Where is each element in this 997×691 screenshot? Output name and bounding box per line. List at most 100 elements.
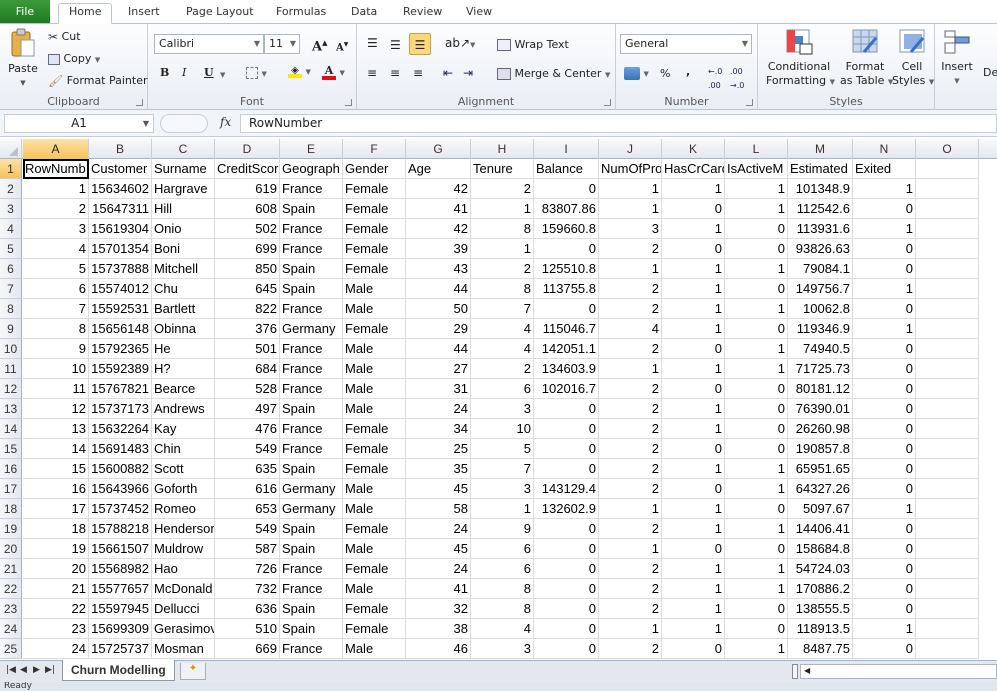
cell[interactable]: 3 [23,219,89,239]
row-header-10[interactable]: 10 [0,339,22,359]
header-cell[interactable]: IsActiveM [725,159,788,179]
cell[interactable]: 0 [534,539,599,559]
cell[interactable]: 15619304 [89,219,152,239]
cell[interactable]: Goforth [152,479,215,499]
cell[interactable]: 10 [23,359,89,379]
header-cell[interactable]: Geograph [280,159,343,179]
cell[interactable]: 8 [471,219,534,239]
cell[interactable]: 0 [725,219,788,239]
paste-button[interactable]: Paste ▼ [6,28,40,90]
cell[interactable]: Romeo [152,499,215,519]
cell[interactable]: 1 [662,519,725,539]
cell[interactable]: 0 [662,339,725,359]
cell[interactable]: 112542.6 [788,199,853,219]
cell[interactable] [916,299,979,319]
row-header-20[interactable]: 20 [0,539,22,559]
formula-input[interactable]: RowNumber [240,114,997,133]
cell[interactable]: 0 [662,239,725,259]
cell[interactable]: Spain [280,199,343,219]
cell[interactable]: 1 [662,559,725,579]
cell[interactable]: 1 [662,579,725,599]
cell[interactable]: 15737452 [89,499,152,519]
cell[interactable]: 22 [23,599,89,619]
column-header-d[interactable]: D [215,139,280,159]
conditional-formatting-button[interactable]: Conditional Formatting ▼ [766,28,835,89]
row-header-23[interactable]: 23 [0,599,22,619]
cell[interactable]: 44 [406,339,471,359]
cell[interactable]: 850 [215,259,280,279]
cell[interactable] [916,359,979,379]
align-right-button[interactable]: ≡ [413,66,423,80]
cell[interactable]: 0 [662,479,725,499]
cell[interactable]: 2 [599,459,662,479]
cell[interactable]: 9 [471,519,534,539]
cell[interactable]: 822 [215,299,280,319]
cell[interactable]: 115046.7 [534,319,599,339]
cell[interactable]: 35 [406,459,471,479]
next-sheet-button[interactable]: ▶ [33,665,40,675]
cell[interactable]: 1 [662,619,725,639]
cell[interactable]: 732 [215,579,280,599]
cell[interactable]: 2 [599,479,662,499]
cell[interactable]: 1 [725,339,788,359]
column-header-f[interactable]: F [343,139,406,159]
cell[interactable]: 4 [471,319,534,339]
cell[interactable]: Scott [152,459,215,479]
cell[interactable]: 1 [599,179,662,199]
cell[interactable]: Male [343,339,406,359]
row-header-5[interactable]: 5 [0,239,22,259]
cell[interactable]: 0 [534,519,599,539]
cell[interactable]: 0 [534,639,599,659]
cell[interactable]: Boni [152,239,215,259]
cell[interactable]: France [280,239,343,259]
increase-decimal-button[interactable]: ←.0.00 [708,65,722,93]
cell[interactable]: 42 [406,219,471,239]
cell[interactable]: 83807.86 [534,199,599,219]
cell[interactable]: Female [343,559,406,579]
cell[interactable]: 528 [215,379,280,399]
cell[interactable]: 15725737 [89,639,152,659]
cell[interactable]: 0 [853,399,916,419]
cell[interactable] [916,279,979,299]
cell[interactable]: Female [343,619,406,639]
cell[interactable]: 65951.65 [788,459,853,479]
insert-cells-button[interactable]: Insert ▼ [941,28,973,88]
row-header-15[interactable]: 15 [0,439,22,459]
cell[interactable] [916,339,979,359]
cell[interactable]: 8 [471,599,534,619]
cell[interactable]: 143129.4 [534,479,599,499]
align-bottom-button[interactable]: ☰ [409,33,431,55]
underline-dropdown[interactable]: ▼ [220,68,225,82]
align-top-button[interactable]: ☰ [367,36,378,50]
cell[interactable]: 58 [406,499,471,519]
cell[interactable]: 1 [725,259,788,279]
cell[interactable]: Chu [152,279,215,299]
cell[interactable]: 2 [599,639,662,659]
cell[interactable]: 635 [215,459,280,479]
cell[interactable]: 0 [853,359,916,379]
cell[interactable] [916,399,979,419]
cell[interactable]: 7 [471,459,534,479]
cell[interactable]: 587 [215,539,280,559]
row-header-12[interactable]: 12 [0,379,22,399]
accounting-format-button[interactable]: ▼ [624,66,649,81]
cell[interactable] [916,639,979,659]
cell[interactable] [916,419,979,439]
cell[interactable]: 1 [662,279,725,299]
header-cell[interactable]: Age [406,159,471,179]
header-cell[interactable]: Tenure [471,159,534,179]
bold-button[interactable]: B [160,66,169,80]
cell[interactable]: Bartlett [152,299,215,319]
row-header-7[interactable]: 7 [0,279,22,299]
cell[interactable]: Male [343,579,406,599]
row-header-11[interactable]: 11 [0,359,22,379]
cell[interactable]: Female [343,199,406,219]
cell[interactable]: France [280,579,343,599]
cell[interactable]: 20 [23,559,89,579]
cell[interactable]: 26260.98 [788,419,853,439]
cell[interactable]: 1 [662,179,725,199]
cell[interactable]: 0 [725,539,788,559]
cell[interactable]: 46 [406,639,471,659]
merge-center-button[interactable]: Merge & Center ▼ [497,67,610,82]
header-cell[interactable]: RowNumb [23,159,89,179]
